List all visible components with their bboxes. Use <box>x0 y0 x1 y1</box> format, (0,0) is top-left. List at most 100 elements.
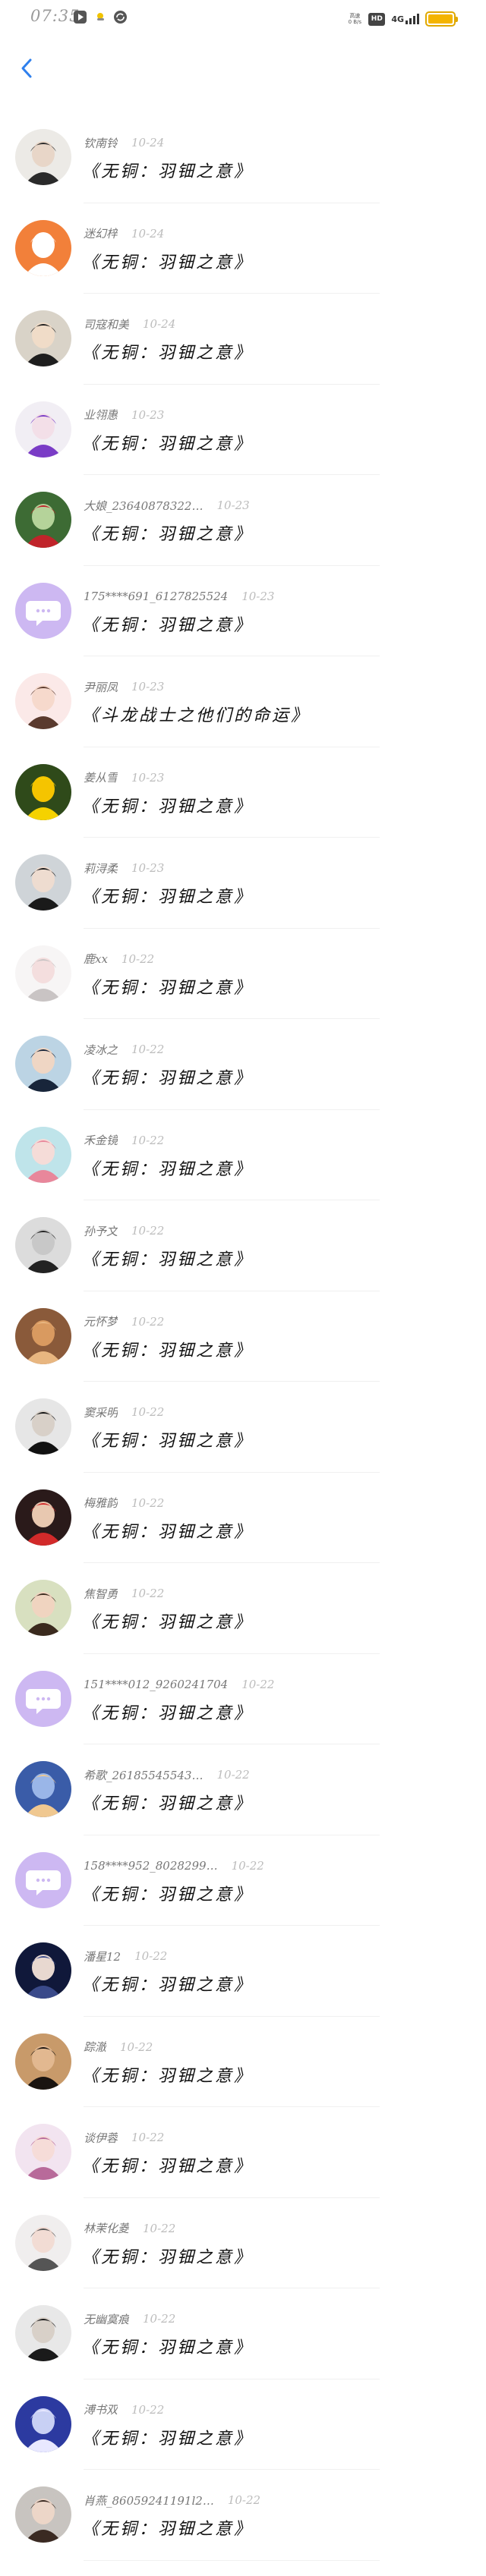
message-text[interactable]: 《无铜：羽钿之意》 <box>82 2062 253 2087</box>
sender-name[interactable]: 踪澈 <box>84 2039 106 2055</box>
message-text[interactable]: 《无铜：羽钿之意》 <box>82 1609 253 1633</box>
avatar[interactable] <box>15 1942 71 1999</box>
sender-name[interactable]: 175****691_6127825524 <box>84 590 228 603</box>
message-text[interactable]: 《无铜：羽钿之意》 <box>82 2334 253 2358</box>
sender-name[interactable]: 元怀梦 <box>84 1313 118 1329</box>
sender-name[interactable]: 业翎惠 <box>84 407 118 423</box>
message-text[interactable]: 《无铜：羽钿之意》 <box>82 430 253 454</box>
avatar[interactable] <box>15 492 71 548</box>
message-text[interactable]: 《无铜：羽钿之意》 <box>82 1700 253 1724</box>
sender-name[interactable]: 禾金镜 <box>84 1132 118 1148</box>
message-list-item[interactable]: 175****691_6127825524 10-23 《无铜：羽钿之意》 <box>0 566 486 656</box>
message-text[interactable]: 《无铜：羽钿之意》 <box>82 521 253 545</box>
message-list-item[interactable]: 凌冰之 10-22 《无铜：羽钿之意》 <box>0 1019 486 1110</box>
sender-name[interactable]: 迷幻梓 <box>84 225 118 241</box>
message-list-item[interactable]: 孙予文 10-22 《无铜：羽钿之意》 <box>0 1200 486 1291</box>
sender-name[interactable]: 无幽寞痕 <box>84 2311 129 2327</box>
avatar[interactable] <box>15 763 71 820</box>
avatar[interactable] <box>15 1307 71 1364</box>
sender-name[interactable]: 158****952_8028299… <box>84 1859 218 1873</box>
message-list-item[interactable]: 溥书双 10-22 《无铜：羽钿之意》 <box>0 2379 486 2470</box>
message-list-item[interactable]: 迷幻梓 10-24 《无铜：羽钿之意》 <box>0 203 486 294</box>
sender-name[interactable]: 潘星12 <box>84 1949 121 1964</box>
message-list-item[interactable]: 业翎惠 10-23 《无铜：羽钿之意》 <box>0 385 486 475</box>
sender-name[interactable]: 孙予文 <box>84 1223 118 1239</box>
message-text[interactable]: 《无铜：羽钿之意》 <box>82 974 253 999</box>
avatar[interactable] <box>15 219 71 276</box>
message-list-item[interactable]: 希歌_26185545543… 10-22 《无铜：羽钿之意》 <box>0 1744 486 1835</box>
message-list-item[interactable]: 钦南铃 10-24 《无铜：羽钿之意》 <box>0 112 486 203</box>
message-text[interactable]: 《无铜：羽钿之意》 <box>82 1971 253 1996</box>
message-list-item[interactable]: 禾金镜 10-22 《无铜：羽钿之意》 <box>0 1110 486 1200</box>
sender-name[interactable]: 希歌_26185545543… <box>84 1767 203 1783</box>
avatar[interactable] <box>15 2214 71 2271</box>
sender-name[interactable]: 鹿xx <box>84 951 108 967</box>
sender-name[interactable]: 钦南铃 <box>84 135 118 151</box>
avatar[interactable] <box>15 2486 71 2543</box>
message-list-item[interactable]: 151****012_9260241704 10-22 《无铜：羽钿之意》 <box>0 1654 486 1744</box>
message-list-item[interactable]: 焦智勇 10-22 《无铜：羽钿之意》 <box>0 1563 486 1654</box>
avatar[interactable] <box>15 2305 71 2361</box>
message-text[interactable]: 《无铜：羽钿之意》 <box>82 883 253 907</box>
avatar[interactable] <box>15 582 71 639</box>
sender-name[interactable]: 窦采明 <box>84 1404 118 1420</box>
sender-name[interactable]: 151****012_9260241704 <box>84 1678 228 1691</box>
avatar[interactable] <box>15 945 71 1002</box>
avatar[interactable] <box>15 1580 71 1636</box>
sender-name[interactable]: 梅雅韵 <box>84 1495 118 1511</box>
message-list-item[interactable]: 姜从雪 10-23 《无铜：羽钿之意》 <box>0 747 486 838</box>
avatar[interactable] <box>15 1398 71 1455</box>
avatar[interactable] <box>15 854 71 911</box>
avatar[interactable] <box>15 1851 71 1908</box>
message-text[interactable]: 《无铜：羽钿之意》 <box>82 1156 253 1180</box>
message-list-item[interactable]: 元怀梦 10-22 《无铜：羽钿之意》 <box>0 1291 486 1382</box>
avatar[interactable] <box>15 2033 71 2090</box>
message-text[interactable]: 《无铜：羽钿之意》 <box>82 2153 253 2177</box>
message-list-item[interactable]: 潘星12 10-22 《无铜：羽钿之意》 <box>0 1926 486 2017</box>
avatar[interactable] <box>15 1670 71 1727</box>
message-text[interactable]: 《无铜：羽钿之意》 <box>82 1518 253 1543</box>
sender-name[interactable]: 谈伊蓉 <box>84 2130 118 2146</box>
sender-name[interactable]: 姜从雪 <box>84 769 118 785</box>
message-list-item[interactable]: 谈伊蓉 10-22 《无铜：羽钿之意》 <box>0 2107 486 2198</box>
message-list-item[interactable]: 大娘_23640878322… 10-23 《无铜：羽钿之意》 <box>0 475 486 566</box>
message-text[interactable]: 《斗龙战士之他们的命运》 <box>82 702 310 726</box>
sender-name[interactable]: 司寇和美 <box>84 316 129 332</box>
avatar[interactable] <box>15 1036 71 1092</box>
message-text[interactable]: 《无铜：羽钿之意》 <box>82 1881 253 1905</box>
message-list-item[interactable]: 鹿xx 10-22 《无铜：羽钿之意》 <box>0 929 486 1019</box>
sender-name[interactable]: 莉浔柔 <box>84 860 118 876</box>
message-list-item[interactable]: 梅雅韵 10-22 《无铜：羽钿之意》 <box>0 1473 486 1563</box>
sender-name[interactable]: 林茉化菱 <box>84 2220 129 2236</box>
sender-name[interactable]: 溥书双 <box>84 2401 118 2417</box>
message-text[interactable]: 《无铜：羽钿之意》 <box>82 1790 253 1814</box>
message-list-item[interactable]: 莉浔柔 10-23 《无铜：羽钿之意》 <box>0 838 486 929</box>
avatar[interactable] <box>15 310 71 366</box>
avatar[interactable] <box>15 2395 71 2452</box>
message-list-item[interactable]: 无幽寞痕 10-22 《无铜：羽钿之意》 <box>0 2288 486 2379</box>
message-text[interactable]: 《无铜：羽钿之意》 <box>82 1427 253 1452</box>
message-list-item[interactable]: 踪澈 10-22 《无铜：羽钿之意》 <box>0 2017 486 2107</box>
sender-name[interactable]: 凌冰之 <box>84 1042 118 1058</box>
message-text[interactable]: 《无铜：羽钿之意》 <box>82 249 253 273</box>
message-text[interactable]: 《无铜：羽钿之意》 <box>82 158 253 182</box>
message-list-item[interactable]: 158****952_8028299… 10-22 《无铜：羽钿之意》 <box>0 1835 486 1926</box>
message-text[interactable]: 《无铜：羽钿之意》 <box>82 2425 253 2449</box>
avatar[interactable] <box>15 2124 71 2180</box>
message-text[interactable]: 《无铜：羽钿之意》 <box>82 612 253 636</box>
message-list-item[interactable]: 司寇和美 10-24 《无铜：羽钿之意》 <box>0 294 486 385</box>
avatar[interactable] <box>15 129 71 185</box>
message-list-item[interactable]: 尹丽凤 10-23 《斗龙战士之他们的命运》 <box>0 656 486 747</box>
message-text[interactable]: 《无铜：羽钿之意》 <box>82 1246 253 1270</box>
message-text[interactable]: 《无铜：羽钿之意》 <box>82 2244 253 2268</box>
message-list-item[interactable]: 窦采明 10-22 《无铜：羽钿之意》 <box>0 1382 486 1473</box>
back-button[interactable] <box>14 53 39 83</box>
avatar[interactable] <box>15 1761 71 1817</box>
avatar[interactable] <box>15 1489 71 1546</box>
message-text[interactable]: 《无铜：羽钿之意》 <box>82 793 253 817</box>
message-text[interactable]: 《无铜：羽钿之意》 <box>82 2515 253 2540</box>
sender-name[interactable]: 尹丽凤 <box>84 679 118 695</box>
message-text[interactable]: 《无铜：羽钿之意》 <box>82 339 253 363</box>
avatar[interactable] <box>15 401 71 458</box>
sender-name[interactable]: 焦智勇 <box>84 1586 118 1602</box>
